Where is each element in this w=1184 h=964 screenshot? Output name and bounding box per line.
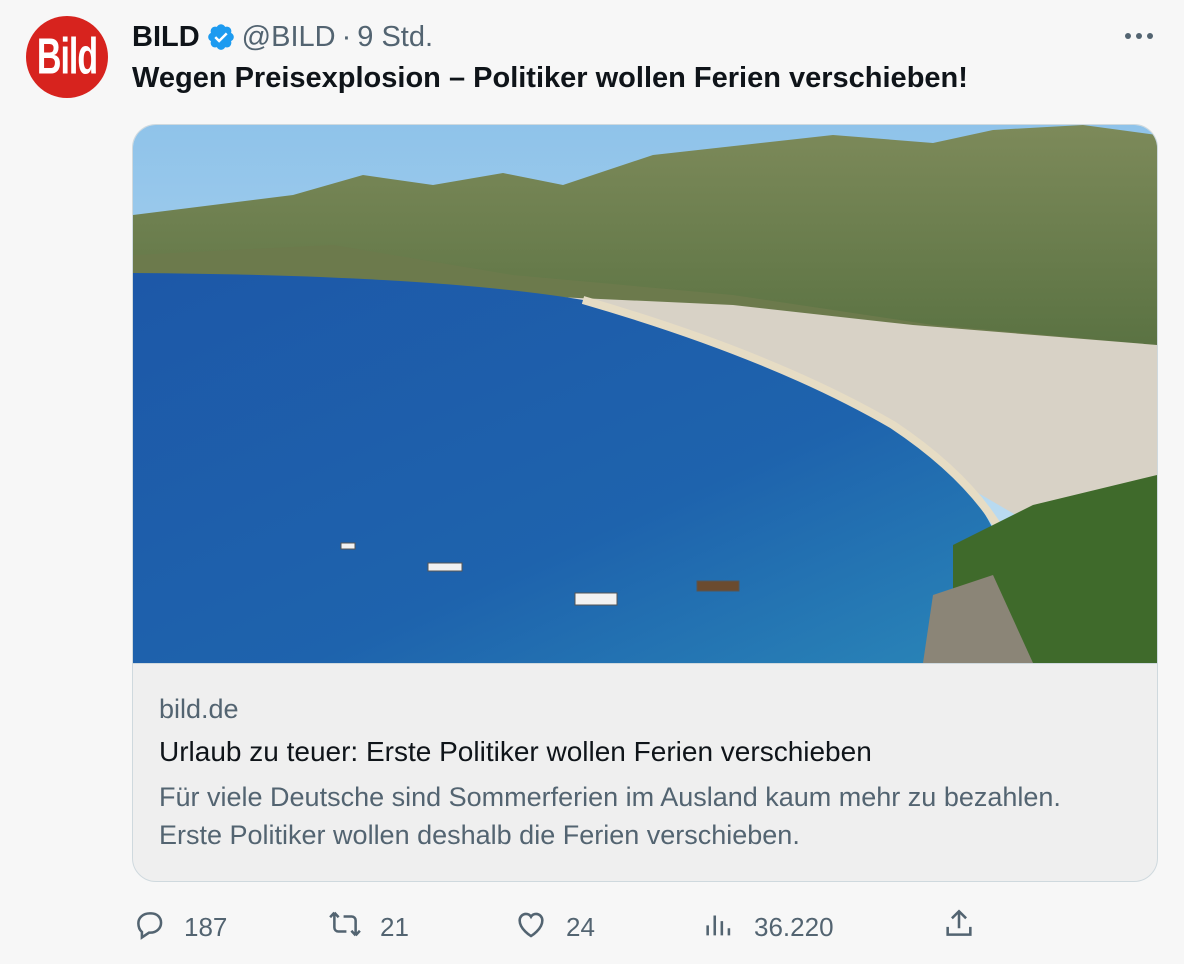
retweet-icon (328, 907, 362, 948)
link-card[interactable]: bild.de Urlaub zu teuer: Erste Politiker… (132, 124, 1158, 882)
views-button[interactable]: 36.220 (702, 904, 834, 950)
verified-badge-icon[interactable] (206, 22, 236, 52)
tweet-timestamp[interactable]: 9 Std. (357, 21, 433, 54)
reply-button[interactable]: 187 (132, 904, 227, 950)
tweet-actions: 187 21 24 36.220 (132, 904, 982, 950)
share-button[interactable] (942, 904, 976, 950)
views-icon (702, 907, 736, 948)
reply-count: 187 (184, 911, 228, 942)
bild-logo: Bild (36, 27, 98, 85)
card-domain: bild.de (159, 694, 239, 724)
card-title: Urlaub zu teuer: Erste Politiker wollen … (159, 736, 872, 767)
views-count: 36.220 (754, 911, 834, 942)
author-handle[interactable]: @BILD (242, 21, 336, 54)
avatar[interactable]: Bild (26, 16, 108, 98)
like-count: 24 (566, 911, 595, 942)
more-icon[interactable] (1122, 24, 1156, 48)
header-separator: · (341, 20, 352, 53)
share-icon (942, 907, 976, 948)
card-image (133, 125, 1157, 664)
tweet-header: BILD @BILD · 9 Std. (132, 20, 433, 54)
card-description: Für viele Deutsche sind Sommerferien im … (159, 782, 1061, 850)
retweet-count: 21 (380, 911, 409, 942)
like-button[interactable]: 24 (514, 904, 595, 950)
retweet-button[interactable]: 21 (328, 904, 409, 950)
reply-icon (132, 907, 166, 948)
author-name[interactable]: BILD (132, 21, 200, 54)
tweet-text: Wegen Preisexplosion – Politiker wollen … (132, 62, 968, 94)
like-icon (514, 907, 548, 948)
